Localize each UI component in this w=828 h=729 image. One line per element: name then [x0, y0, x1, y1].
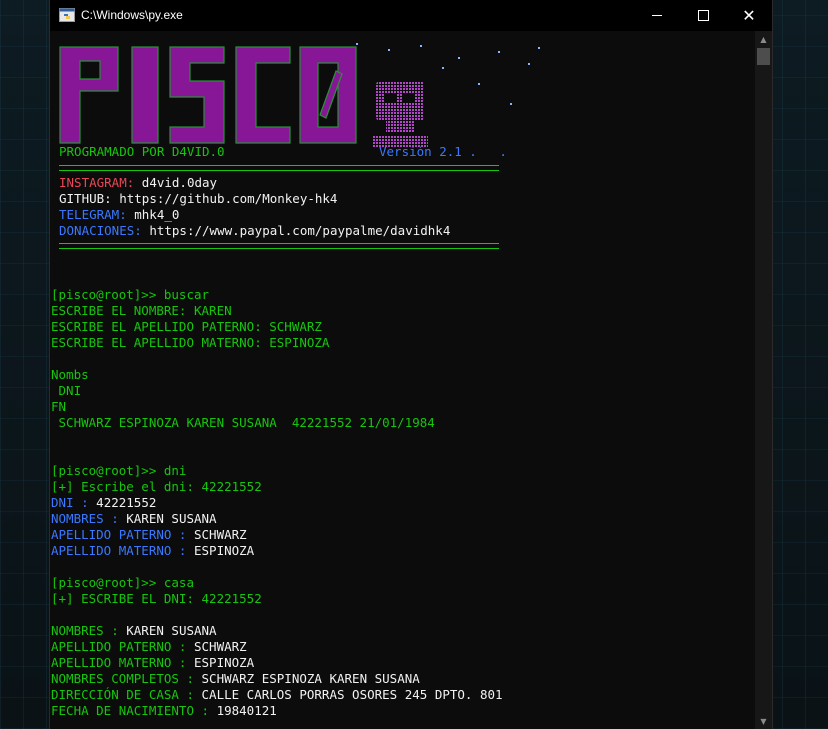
dni-materno-label: APELLIDO MATERNO :: [51, 543, 187, 558]
scroll-up-arrow-icon[interactable]: ▲: [755, 31, 772, 47]
casa-nombres-line: NOMBRES : KAREN SUSANA: [51, 623, 217, 639]
vertical-scrollbar[interactable]: ▲ ▼: [755, 31, 772, 729]
window-title: C:\Windows\py.exe: [81, 8, 183, 22]
dni-materno-value: ESPINOZA: [186, 543, 255, 558]
divider-top: [59, 165, 499, 171]
scrollbar-thumb[interactable]: [757, 48, 770, 65]
version-text: Versión 2.1 . .: [379, 144, 507, 159]
casa-materno-line: APELLIDO MATERNO : ESPINOZA: [51, 655, 254, 671]
divider-bottom: [59, 243, 499, 249]
prompt-casa: [pisco@root]>> casa: [51, 575, 194, 590]
dni-nombres-label: NOMBRES :: [51, 511, 119, 526]
prompt-dni: [pisco@root]>> dni: [51, 463, 187, 478]
donations-label: DONACIONES:: [59, 223, 142, 238]
casa-completos-line: NOMBRES COMPLETOS : SCHWARZ ESPINOZA KAR…: [51, 671, 420, 687]
casa-completos-label: NOMBRES COMPLETOS :: [51, 671, 194, 686]
casa-nacimiento-value: 19840121: [209, 703, 277, 718]
console-output[interactable]: PROGRAMADO POR D4VID.0 Versión 2.1 . . I…: [50, 31, 755, 729]
dni-value: 42221552: [88, 495, 157, 510]
pisco-logo-art: [59, 43, 540, 147]
donations-value: https://www.paypal.com/paypalme/davidhk4: [141, 223, 451, 238]
dni-paterno-label: APELLIDO PATERNO :: [51, 527, 187, 542]
telegram-line: TELEGRAM: mhk4_0: [59, 207, 179, 223]
buscar-header-dni: DNI: [51, 383, 82, 398]
dni-nombres-line: NOMBRES : KAREN SUSANA: [51, 511, 217, 527]
casa-nombres-value: KAREN SUSANA: [118, 623, 217, 638]
casa-nombres-label: NOMBRES :: [51, 623, 119, 638]
buscar-paterno: ESCRIBE EL APELLIDO PATERNO: SCHWARZ: [51, 319, 322, 334]
casa-paterno-line: APELLIDO PATERNO : SCHWARZ: [51, 639, 247, 655]
minimize-button[interactable]: [634, 0, 680, 31]
casa-materno-value: ESPINOZA: [186, 655, 255, 670]
close-icon: ✕: [742, 5, 756, 25]
buscar-header-nombs: Nombs: [51, 367, 89, 382]
github-label: GITHUB:: [59, 191, 112, 206]
github-line: GITHUB: https://github.com/Monkey-hk4: [59, 191, 337, 207]
casa-nacimiento-line: FECHA DE NACIMIENTO : 19840121: [51, 703, 277, 719]
scroll-down-arrow-icon[interactable]: ▼: [755, 713, 772, 729]
casa-direccion-value: CALLE CARLOS PORRAS OSORES 245 DPTO. 801: [194, 687, 503, 702]
casa-paterno-label: APELLIDO PATERNO :: [51, 639, 187, 654]
donations-line: DONACIONES: https://www.paypal.com/paypa…: [59, 223, 450, 239]
dni-paterno-value: SCHWARZ: [186, 527, 247, 542]
buscar-nombre: ESCRIBE EL NOMBRE: KAREN: [51, 303, 232, 318]
dni-ask: [+] Escribe el dni: 42221552: [51, 479, 262, 494]
casa-completos-value: SCHWARZ ESPINOZA KAREN SUSANA: [194, 671, 420, 686]
casa-nacimiento-label: FECHA DE NACIMIENTO :: [51, 703, 210, 718]
minimize-icon: [652, 15, 662, 16]
buscar-materno: ESCRIBE EL APELLIDO MATERNO: ESPINOZA: [51, 335, 330, 350]
close-button[interactable]: ✕: [726, 0, 772, 31]
buscar-result: SCHWARZ ESPINOZA KAREN SUSANA 42221552 2…: [51, 415, 435, 430]
programmed-by-text: PROGRAMADO POR D4VID.0: [59, 144, 225, 159]
casa-materno-label: APELLIDO MATERNO :: [51, 655, 187, 670]
casa-paterno-value: SCHWARZ: [186, 639, 247, 654]
casa-direccion-label: DIRECCIÓN DE CASA :: [51, 687, 194, 702]
github-value: https://github.com/Monkey-hk4: [111, 191, 338, 206]
buscar-header-fn: FN: [51, 399, 67, 414]
dni-dni-line: DNI : 42221552: [51, 495, 156, 511]
dni-nombres-value: KAREN SUSANA: [118, 511, 217, 526]
telegram-value: mhk4_0: [126, 207, 180, 222]
python-console-icon: [59, 8, 75, 22]
dni-label: DNI :: [51, 495, 89, 510]
telegram-label: TELEGRAM:: [59, 207, 127, 222]
instagram-label: INSTAGRAM:: [59, 175, 135, 190]
title-bar[interactable]: C:\Windows\py.exe ✕: [50, 0, 772, 31]
dni-materno-line: APELLIDO MATERNO : ESPINOZA: [51, 543, 254, 559]
maximize-button[interactable]: [680, 0, 726, 31]
casa-ask: [+] ESCRIBE EL DNI: 42221552: [51, 591, 262, 606]
console-window: C:\Windows\py.exe ✕ PROGRAMADO POR D4VID…: [50, 0, 772, 729]
instagram-value: d4vid.0day: [134, 175, 218, 190]
prompt-buscar: [pisco@root]>> buscar: [51, 287, 210, 302]
casa-direccion-line: DIRECCIÓN DE CASA : CALLE CARLOS PORRAS …: [51, 687, 503, 703]
instagram-line: INSTAGRAM: d4vid.0day: [59, 175, 217, 191]
dni-paterno-line: APELLIDO PATERNO : SCHWARZ: [51, 527, 247, 543]
maximize-icon: [697, 10, 709, 21]
